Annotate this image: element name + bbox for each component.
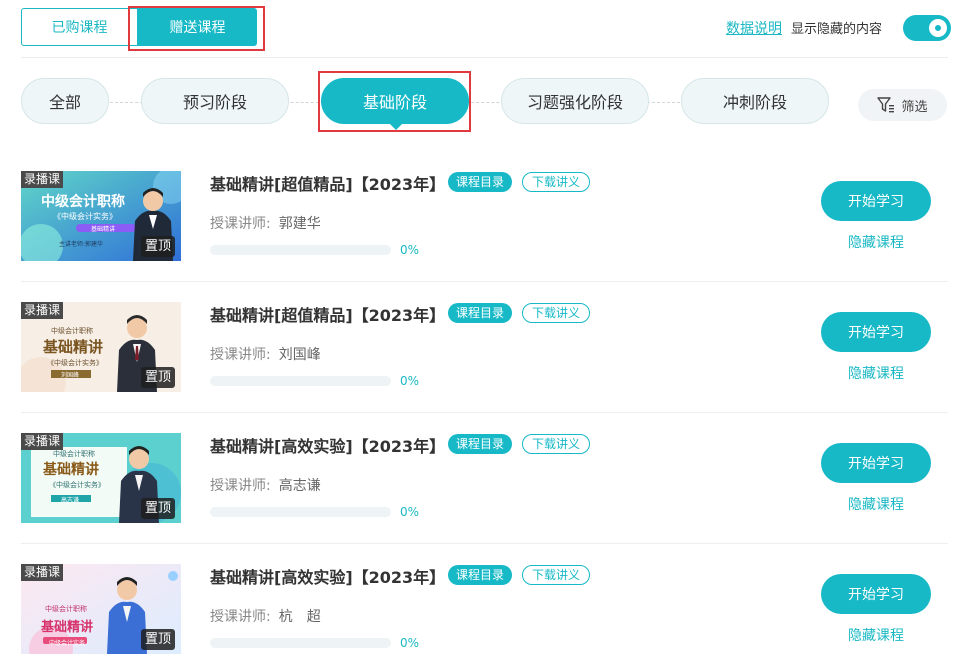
stage-exercise-intensive[interactable]: 习题强化阶段 xyxy=(501,78,649,124)
pin-badge: 置顶 xyxy=(140,629,175,650)
progress-bar xyxy=(210,507,391,517)
teacher-name: 刘国峰 xyxy=(278,347,321,363)
thumbnail-text: 中级会计职称 xyxy=(53,450,95,458)
course-title[interactable]: 基础精讲[超值精品]【2023年】 xyxy=(210,171,445,195)
course-title[interactable]: 基础精讲[高效实验]【2023年】 xyxy=(210,564,445,588)
start-learning-button[interactable]: 开始学习 xyxy=(821,181,931,221)
filter-button[interactable]: 筛选 xyxy=(858,89,947,121)
thumbnail-text: 刘国峰 xyxy=(61,372,80,379)
pin-badge: 置顶 xyxy=(140,367,175,388)
hide-course-link[interactable]: 隐藏课程 xyxy=(848,232,904,252)
thumbnail-text: 基础精讲 xyxy=(43,462,99,478)
course-thumbnail[interactable]: 中级会计职称 基础精讲 中级会计实务 录播课 置顶 xyxy=(21,564,181,654)
stage-sprint[interactable]: 冲刺阶段 xyxy=(681,78,829,124)
teacher-name: 杭 超 xyxy=(278,609,321,625)
download-notes-tag[interactable]: 下载讲义 xyxy=(522,565,591,585)
course-thumbnail[interactable]: 中级会计职称 基础精讲 《中级会计实务》 刘国峰 录播课 置顶 xyxy=(21,302,181,392)
thumbnail-text: 《中级会计实务》 xyxy=(49,481,105,489)
thumbnail-text: 中级会计职称 xyxy=(45,605,87,613)
stage-preview[interactable]: 预习阶段 xyxy=(141,78,289,124)
filter-icon xyxy=(877,97,895,113)
start-learning-button[interactable]: 开始学习 xyxy=(821,312,931,352)
record-badge: 录播课 xyxy=(21,564,64,581)
thumbnail-text: 高志谦 xyxy=(61,497,80,504)
course-thumbnail[interactable]: 中级会计职称 基础精讲 《中级会计实务》 高志谦 录播课 置顶 xyxy=(21,433,181,523)
course-item: 中级会计职称 《中级会计实务》 基础精讲 主讲老师:郭建华 录播课 置顶 基础精… xyxy=(21,151,951,282)
tab-gift-courses[interactable]: 赠送课程 xyxy=(138,8,257,46)
progress-bar xyxy=(210,638,391,648)
pin-badge: 置顶 xyxy=(140,498,175,519)
teacher-label: 授课讲师: xyxy=(210,216,271,232)
thumbnail-text: 《中级会计实务》 xyxy=(47,359,103,367)
start-learning-button[interactable]: 开始学习 xyxy=(821,574,931,614)
teacher-info: 授课讲师: 高志谦 xyxy=(210,475,321,495)
course-item: 中级会计职称 基础精讲 《中级会计实务》 高志谦 录播课 置顶 基础精讲[高效实… xyxy=(21,413,951,544)
pin-badge: 置顶 xyxy=(140,236,175,257)
progress-bar xyxy=(210,245,391,255)
stage-foundation[interactable]: 基础阶段 xyxy=(321,78,469,124)
course-title[interactable]: 基础精讲[超值精品]【2023年】 xyxy=(210,302,445,326)
teacher-info: 授课讲师: 郭建华 xyxy=(210,213,321,233)
start-learning-button[interactable]: 开始学习 xyxy=(821,443,931,483)
record-badge: 录播课 xyxy=(21,302,64,319)
download-notes-tag[interactable]: 下载讲义 xyxy=(522,303,591,323)
course-catalog-tag[interactable]: 课程目录 xyxy=(448,565,513,585)
progress-text: 0% xyxy=(400,374,420,388)
teacher-info: 授课讲师: 刘国峰 xyxy=(210,344,321,364)
thumbnail-text: 基础精讲 xyxy=(91,226,116,233)
thumbnail-text: 中级会计职称 xyxy=(41,194,125,210)
thumbnail-text: 基础精讲 xyxy=(43,338,104,356)
stage-all[interactable]: 全部 xyxy=(21,78,109,124)
thumbnail-text: 《中级会计实务》 xyxy=(53,212,117,221)
thumbnail-text: 中级会计职称 xyxy=(51,327,93,335)
header-divider xyxy=(21,57,948,58)
progress-text: 0% xyxy=(400,505,420,519)
course-catalog-tag[interactable]: 课程目录 xyxy=(448,303,513,323)
course-catalog-tag[interactable]: 课程目录 xyxy=(448,172,513,192)
course-catalog-tag[interactable]: 课程目录 xyxy=(448,434,513,454)
teacher-label: 授课讲师: xyxy=(210,478,271,494)
course-item: 中级会计职称 基础精讲 《中级会计实务》 刘国峰 录播课 置顶 基础精讲[超值精… xyxy=(21,282,951,413)
hide-course-link[interactable]: 隐藏课程 xyxy=(848,494,904,514)
hide-course-link[interactable]: 隐藏课程 xyxy=(848,363,904,383)
hide-course-link[interactable]: 隐藏课程 xyxy=(848,625,904,645)
course-thumbnail[interactable]: 中级会计职称 《中级会计实务》 基础精讲 主讲老师:郭建华 录播课 置顶 xyxy=(21,171,181,261)
course-title[interactable]: 基础精讲[高效实验]【2023年】 xyxy=(210,433,445,457)
data-description-link[interactable]: 数据说明 xyxy=(726,18,782,38)
active-stage-arrow xyxy=(388,122,404,130)
record-badge: 录播课 xyxy=(21,433,64,450)
course-item: 中级会计职称 基础精讲 中级会计实务 录播课 置顶 基础精讲[高效实验]【202… xyxy=(21,544,951,663)
teacher-name: 郭建华 xyxy=(278,216,321,232)
progress-text: 0% xyxy=(400,636,420,650)
course-page: 已购课程 赠送课程 数据说明 显示隐藏的内容 全部 预习阶段 基础阶段 习题强化… xyxy=(0,0,960,663)
teacher-info: 授课讲师: 杭 超 xyxy=(210,606,321,626)
tab-purchased-courses[interactable]: 已购课程 xyxy=(21,8,138,46)
download-notes-tag[interactable]: 下载讲义 xyxy=(522,434,591,454)
thumbnail-text: 基础精讲 xyxy=(41,620,94,635)
course-source-tabs: 已购课程 赠送课程 xyxy=(21,8,257,46)
progress-text: 0% xyxy=(400,243,420,257)
filter-label: 筛选 xyxy=(901,99,928,115)
thumbnail-text: 主讲老师:郭建华 xyxy=(59,241,104,248)
teacher-name: 高志谦 xyxy=(278,478,321,494)
teacher-label: 授课讲师: xyxy=(210,347,271,363)
thumbnail-text: 中级会计实务 xyxy=(49,640,86,647)
record-badge: 录播课 xyxy=(21,171,64,188)
progress-bar xyxy=(210,376,391,386)
show-hidden-toggle[interactable] xyxy=(903,15,951,41)
toggle-knob xyxy=(929,19,947,37)
download-notes-tag[interactable]: 下载讲义 xyxy=(522,172,591,192)
show-hidden-label: 显示隐藏的内容 xyxy=(791,22,883,37)
teacher-label: 授课讲师: xyxy=(210,609,271,625)
